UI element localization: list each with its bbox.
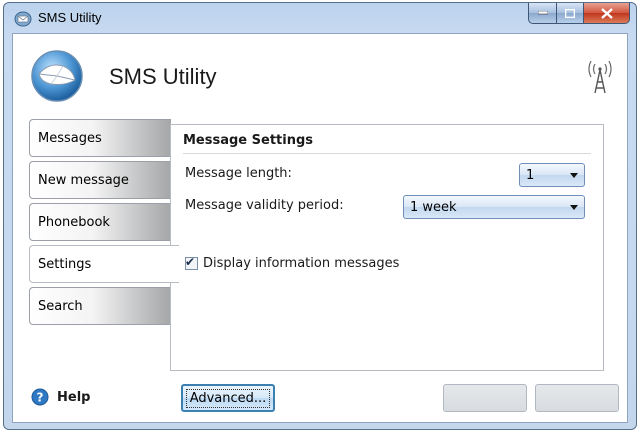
sidebar-item-label: Messages [38,130,102,146]
help-label: Help [57,389,91,405]
validity-period-value: 1 week [410,199,457,215]
sidebar-item-search[interactable]: Search [29,287,171,325]
envelope-globe-icon [29,48,85,108]
display-info-label: Display information messages [203,256,400,271]
minimize-icon [537,11,548,15]
client-area: SMS Utility Messages New message Phonebo… [12,33,628,423]
message-length-value: 1 [526,167,535,183]
display-info-option[interactable]: ✔ Display information messages [185,255,400,271]
sidebar-item-new-message[interactable]: New message [29,161,171,199]
advanced-button[interactable]: Advanced... [181,384,275,412]
cancel-button[interactable] [535,384,619,412]
sidebar-item-label: Settings [38,256,92,272]
sidebar-item-label: Search [38,298,83,314]
sidebar-item-label: Phonebook [38,214,110,230]
app-header: SMS Utility [13,34,627,114]
antenna-icon [587,60,613,98]
message-length-label: Message length: [185,166,292,181]
chevron-down-icon [570,173,578,178]
checkmark-icon: ✔ [185,255,196,269]
window-title: SMS Utility [38,10,102,25]
sidebar-item-label: New message [38,172,129,188]
ok-button[interactable] [443,384,527,412]
chevron-down-icon [570,205,578,210]
help-icon: ? [31,388,49,406]
minimize-button[interactable] [528,3,557,24]
sidebar-item-messages[interactable]: Messages [29,119,171,157]
maximize-button[interactable] [557,3,584,24]
sidebar-item-settings[interactable]: Settings [29,245,179,283]
caption-buttons [528,3,630,25]
help-link[interactable]: ? Help [31,388,90,406]
validity-period-label: Message validity period: [185,198,344,213]
close-icon [600,7,613,19]
app-title: SMS Utility [109,64,217,89]
group-title: Message Settings [183,133,314,148]
message-length-select[interactable]: 1 [519,163,585,187]
title-bar[interactable]: SMS Utility [4,3,636,33]
group-divider [183,153,591,154]
sms-utility-window: SMS Utility SMS Utility Messages New mes… [3,2,637,430]
sidebar-item-phonebook[interactable]: Phonebook [29,203,171,241]
display-info-checkbox[interactable]: ✔ [185,255,198,270]
sidebar-nav: Messages New message Phonebook Settings … [29,119,179,329]
settings-panel: Message Settings Message length: 1 Messa… [170,124,604,371]
advanced-button-label: Advanced... [185,388,271,408]
close-button[interactable] [584,3,630,24]
validity-period-select[interactable]: 1 week [403,195,585,219]
svg-text:?: ? [37,391,44,405]
maximize-icon [565,8,575,18]
sms-app-icon [14,11,32,31]
